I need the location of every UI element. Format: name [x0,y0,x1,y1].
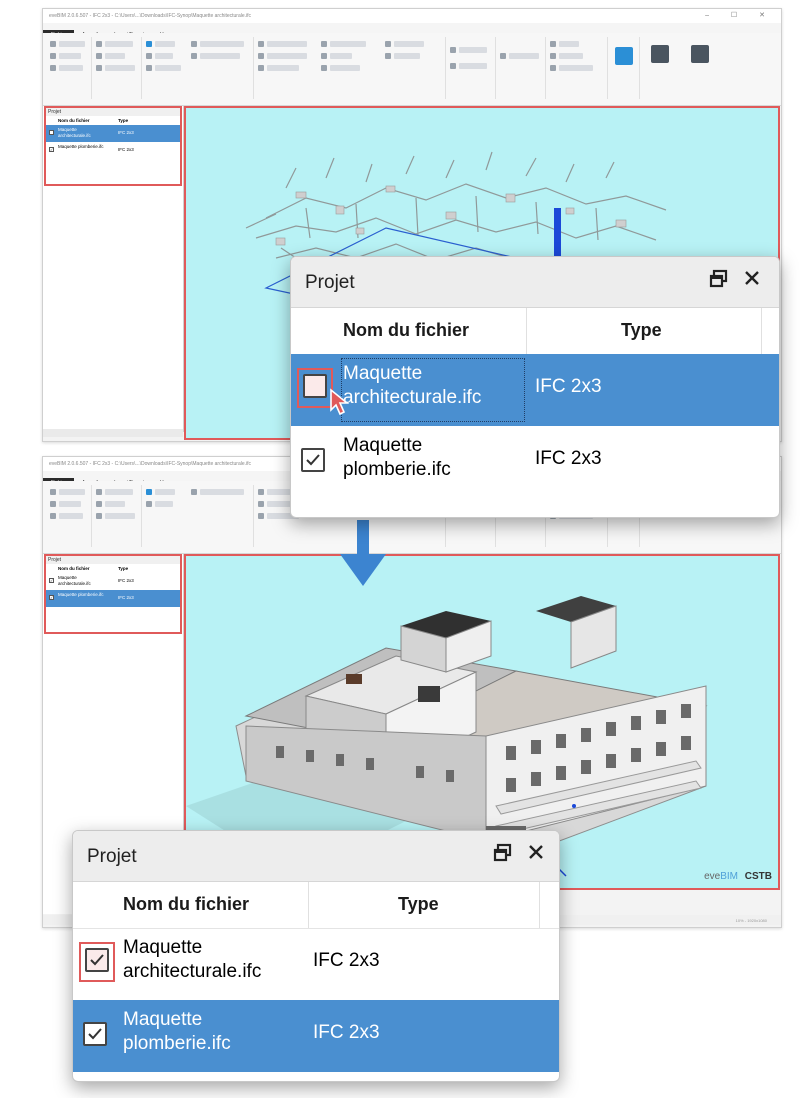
close-icon[interactable] [527,843,545,867]
restore-icon[interactable] [493,843,513,869]
ribbon-group-3 [143,37,254,99]
ribbon-group-6 [497,37,546,99]
window-title: eveBIM 2.0.6.507 - IFC 2x3 - C:\Users\..… [49,13,252,19]
col-type-header[interactable]: Type [398,894,439,915]
table-row[interactable]: ✓ Maquette architecturale.ifc IFC 2x3 [46,573,180,590]
checkbox-checked[interactable] [83,1022,107,1046]
file-type: IFC 2x3 [118,130,134,135]
ribbon-group-7 [547,37,608,99]
arrow-down-icon [340,520,386,586]
col-type-header: Type [118,566,129,571]
ribbon-group-2 [93,37,142,99]
file-name: Maquette architecturale.ifc [58,575,91,586]
col-name-header: Nom du fichier [58,118,90,123]
table-row[interactable]: Maquette architecturale.ifc IFC 2x3 [73,928,559,1000]
panel-header: Projet [73,831,559,882]
file-type: IFC 2x3 [313,1022,380,1043]
table-row[interactable]: Maquette architecturale.ifc IFC 2x3 [46,125,180,142]
project-panel-title: Projet [46,108,180,116]
check-icon [90,954,104,966]
project-panel-zoom-before: Projet Nom du fichier Type Maquette archi… [290,256,780,518]
ribbon-group-9 [641,37,731,99]
menu-bar: FichierAccueilImport/ExportVue [43,23,781,40]
file-type: IFC 2x3 [535,376,602,397]
ribbon [43,33,781,106]
panel-title: Projet [305,272,355,293]
checkbox[interactable]: ✓ [49,578,54,583]
file-name: Maquette plomberie.ifc [58,144,104,149]
panel-title: Projet [87,846,137,867]
table-row[interactable]: Maquette plomberie.ifc IFC 2x3 [291,426,779,498]
checkbox[interactable]: ✓ [49,595,54,600]
file-type: IFC 2x3 [118,595,134,600]
file-type: IFC 2x3 [118,578,134,583]
ribbon-group-5 [447,37,496,99]
project-panel-mini: Projet Nom du fichier Type ✓ Maquette ar… [44,554,182,634]
project-panel-zoom-after: Projet Nom du fichier Type Maquette archi… [72,830,560,1082]
checkbox-unchecked[interactable] [303,374,327,398]
file-name: Maquette plomberie.ifc [123,1009,231,1054]
check-icon [306,454,320,466]
col-name-header[interactable]: Nom du fichier [123,894,249,915]
table-header: Nom du fichier Type [73,882,559,929]
col-type-header[interactable]: Type [621,320,662,341]
ribbon-group-4 [255,37,446,99]
table-header: Nom du fichier Type [291,308,779,355]
focus-rect [341,358,525,422]
ribbon-group-1 [47,37,92,99]
cursor-icon [330,388,350,416]
table-row[interactable]: ✓ Maquette plomberie.ifc IFC 2x3 [46,142,180,159]
col-type-header: Type [118,118,129,123]
checkbox[interactable]: ✓ [49,147,54,152]
window-title: eveBIM 2.0.6.507 - IFC 2x3 - C:\Users\..… [49,461,252,467]
col-name-header[interactable]: Nom du fichier [343,320,469,341]
window-titlebar: eveBIM 2.0.6.507 - IFC 2x3 - C:\Users\..… [43,9,781,23]
evebim-watermark: eveBIM CSTB [704,871,772,882]
file-type: IFC 2x3 [313,950,380,971]
file-type: IFC 2x3 [535,448,602,469]
close-icon[interactable] [743,269,761,293]
window-controls[interactable]: – ☐ ✕ [705,9,775,23]
file-name: Maquette plomberie.ifc [58,592,104,597]
checkbox-checked[interactable] [85,948,109,972]
project-panel-mini: Projet Nom du fichier Type Maquette arch… [44,106,182,186]
project-panel-title: Projet [46,556,180,564]
check-icon [88,1028,102,1040]
table-row[interactable]: ✓ Maquette plomberie.ifc IFC 2x3 [46,590,180,607]
file-name: Maquette architecturale.ifc [58,127,91,138]
table-row[interactable]: Maquette plomberie.ifc IFC 2x3 [73,1000,559,1072]
file-name: Maquette architecturale.ifc [123,937,262,982]
file-name: Maquette plomberie.ifc [343,435,451,480]
file-type: IFC 2x3 [118,147,134,152]
checkbox[interactable] [49,130,54,135]
scrollbar-horizontal[interactable] [43,429,183,437]
status-text: 10% - 1920x1080 [735,918,767,923]
panel-header: Projet [291,257,779,308]
ribbon-group-8 [609,37,640,99]
checkbox-checked[interactable] [301,448,325,472]
restore-icon[interactable] [709,269,729,295]
table-row[interactable]: Maquette architecturale.ifc IFC 2x3 [291,354,779,426]
col-name-header: Nom du fichier [58,566,90,571]
